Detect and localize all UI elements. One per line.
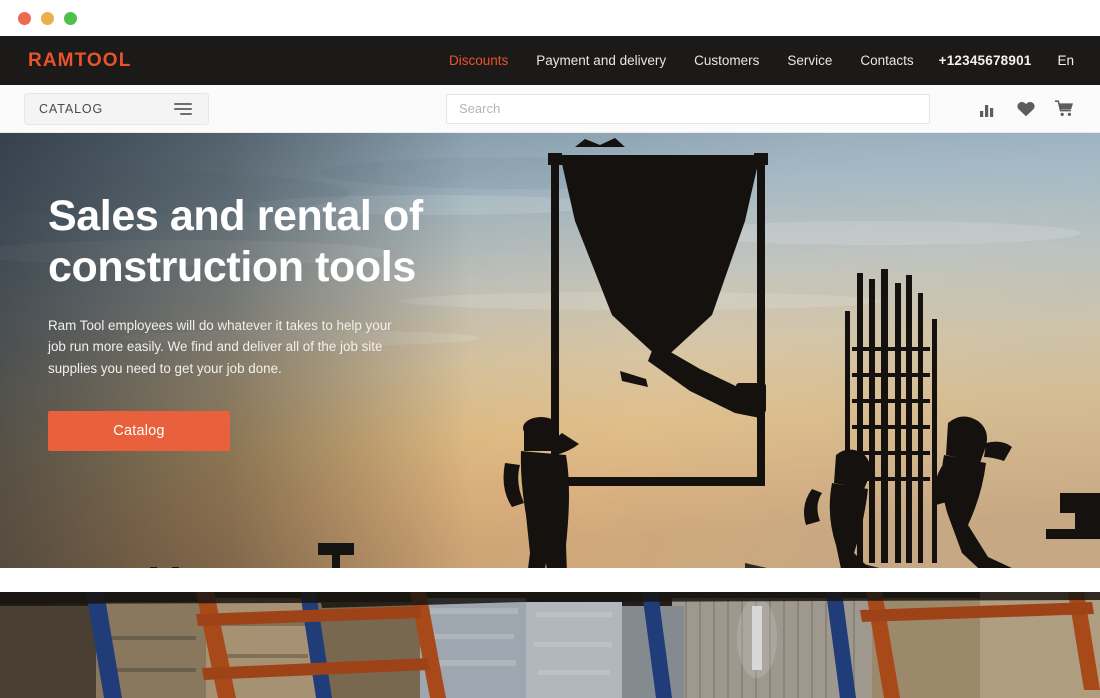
compare-icon[interactable] <box>980 101 997 117</box>
warehouse-section <box>0 592 1100 698</box>
nav-item-contacts[interactable]: Contacts <box>860 53 913 68</box>
nav-item-customers[interactable]: Customers <box>694 53 759 68</box>
catalog-button-label: CATALOG <box>39 101 104 116</box>
hero-content: Sales and rental of construction tools R… <box>48 191 448 451</box>
nav-item-payment-and-delivery[interactable]: Payment and delivery <box>536 53 666 68</box>
catalog-search-bar: CATALOG <box>0 85 1100 133</box>
nav-utilities: +12345678901 En <box>939 53 1074 68</box>
cart-icon[interactable] <box>1055 100 1074 117</box>
main-nav: Discounts Payment and delivery Customers… <box>449 53 914 68</box>
hamburger-icon <box>174 102 192 115</box>
section-spacer <box>0 568 1100 592</box>
catalog-cta-button[interactable]: Catalog <box>48 410 230 451</box>
phone-number[interactable]: +12345678901 <box>939 53 1032 68</box>
maximize-window-button[interactable] <box>64 11 77 25</box>
wishlist-icon[interactable] <box>1017 101 1035 117</box>
language-selector[interactable]: En <box>1057 53 1074 68</box>
nav-item-service[interactable]: Service <box>787 53 832 68</box>
close-window-button[interactable] <box>18 11 31 25</box>
top-navigation-bar: RAMTOOL Discounts Payment and delivery C… <box>0 36 1100 85</box>
hero-title: Sales and rental of construction tools <box>48 192 423 292</box>
hero-description: Ram Tool employees will do whatever it t… <box>48 318 392 376</box>
nav-item-discounts[interactable]: Discounts <box>449 53 508 68</box>
site-logo[interactable]: RAMTOOL <box>28 50 131 72</box>
window-controls <box>18 11 77 25</box>
hero-banner: Sales and rental of construction tools R… <box>0 133 1100 568</box>
browser-chrome <box>0 0 1100 36</box>
utility-icons <box>980 100 1074 117</box>
warehouse-image <box>0 592 1100 698</box>
search-input[interactable] <box>446 93 930 124</box>
minimize-window-button[interactable] <box>41 11 54 25</box>
catalog-button[interactable]: CATALOG <box>24 92 209 125</box>
